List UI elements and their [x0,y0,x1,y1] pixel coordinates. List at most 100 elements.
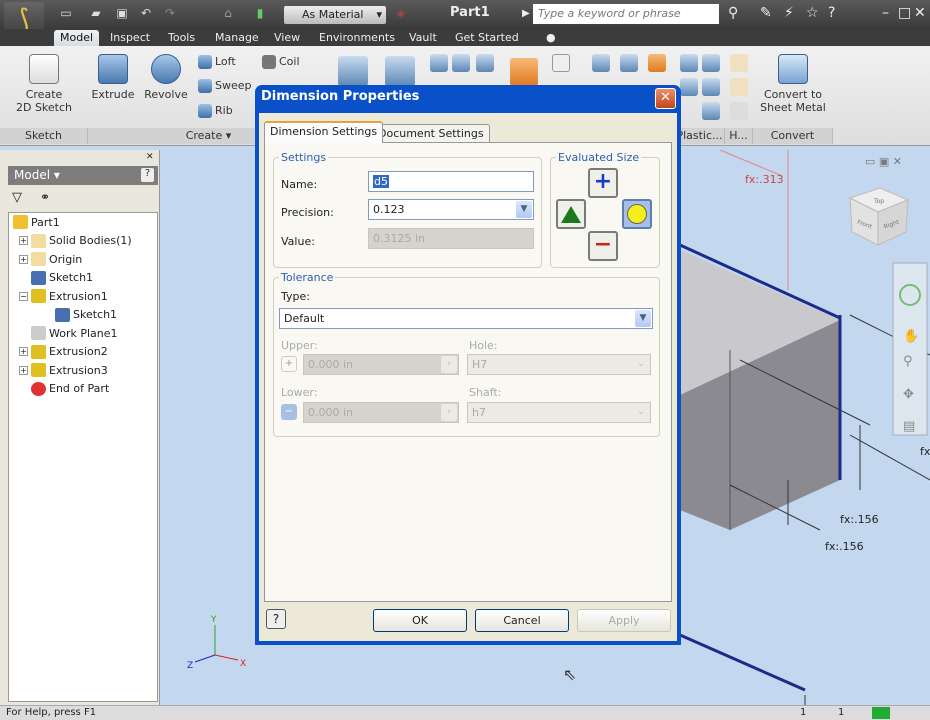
work-plane-icon[interactable] [510,58,538,86]
tree-item[interactable]: Work Plane1 [9,324,157,343]
fillet-icon[interactable] [385,56,415,86]
tree-item[interactable]: + Extrusion2 [9,343,157,362]
rest-icon[interactable] [702,78,720,96]
split-icon[interactable] [476,54,494,72]
expand-toggle[interactable]: + [19,254,28,264]
extrude-button[interactable]: Extrude [90,54,136,101]
find-binoculars-icon[interactable]: ⚭ [40,190,50,204]
wrench-icon[interactable]: ✎ [760,5,772,21]
ok-button[interactable]: OK [373,609,467,632]
tab-model[interactable]: Model [54,30,100,46]
nominal-size-button[interactable] [622,199,652,229]
favorites-icon[interactable]: ☆ [806,5,819,21]
work-axis-icon[interactable] [552,54,570,72]
coil-button[interactable]: Coil [262,55,300,69]
expand-toggle[interactable] [19,328,28,338]
expand-toggle[interactable]: + [19,236,28,246]
expand-toggle[interactable] [19,384,28,394]
name-input[interactable]: d5 [368,171,534,192]
tree-item[interactable]: Sketch1 [9,269,157,288]
help-button[interactable]: ? [266,609,286,629]
lip-icon[interactable] [702,102,720,120]
maximize-icon[interactable]: □ [898,5,911,21]
loft-button[interactable]: Loft [198,55,236,69]
dimension-label[interactable]: fx:.156 [825,540,864,553]
dialog-close-button[interactable]: ✕ [655,88,676,109]
appearance-icon[interactable]: ◈ [393,6,409,20]
tab-vault[interactable]: Vault [403,30,443,46]
precision-dropdown[interactable]: 0.123 ▼ [368,199,534,220]
upper-size-button[interactable]: + [588,168,618,198]
tab-view[interactable]: View [268,30,306,46]
viewcube[interactable]: Top Front Right [848,187,910,246]
pan-icon[interactable]: ✋ [903,328,919,344]
lower-size-button[interactable]: − [588,231,618,261]
route-icon[interactable] [730,78,748,96]
tolerance-type-dropdown[interactable]: Default ▼ [279,308,653,329]
tree-item[interactable]: − Extrusion1 [9,287,157,306]
grill-icon[interactable] [680,54,698,72]
redo-icon[interactable]: ↷ [162,6,178,20]
revolve-button[interactable]: Revolve [143,54,189,101]
look-at-icon[interactable]: ▤ [903,419,915,434]
shell-icon[interactable] [430,54,448,72]
update-icon[interactable]: ▮ [252,6,268,20]
tab-manage[interactable]: Manage [209,30,265,46]
mirror-icon[interactable] [620,54,638,72]
tab-inspect[interactable]: Inspect [104,30,156,46]
browser-header[interactable]: Model ▾? [8,166,158,185]
undo-icon[interactable]: ↶ [138,6,154,20]
new-icon[interactable]: ▭ [58,6,74,20]
binoculars-icon[interactable]: ⚲ [728,5,738,21]
tree-item[interactable]: + Origin [9,250,157,269]
convert-to-sheet-metal-button[interactable]: Convert to Sheet Metal [758,54,828,114]
navigation-bar[interactable] [892,262,928,436]
panel-toggle-icon[interactable]: ● [546,31,556,44]
tab-dimension-settings[interactable]: Dimension Settings [264,121,384,143]
search-expand-icon[interactable]: ▶ [522,8,530,19]
expand-toggle[interactable]: − [19,291,28,301]
close-icon[interactable]: ✕ [914,5,926,21]
pattern-icon[interactable] [592,54,610,72]
close-icon[interactable]: ✕ [146,152,154,162]
zoom-icon[interactable]: ⚲ [903,354,913,369]
save-icon[interactable]: ▣ [114,6,130,20]
create-2d-sketch-button[interactable]: Create 2D Sketch [14,54,74,114]
tab-document-settings[interactable]: Document Settings [372,124,490,143]
open-icon[interactable]: ▰ [88,6,104,20]
dimension-label[interactable]: fx [920,445,930,458]
hole-icon[interactable] [338,56,368,86]
tree-item[interactable]: End of Part [9,380,157,399]
surface-icon[interactable] [648,54,666,72]
tab-get-started[interactable]: Get Started [449,30,525,46]
boss-icon[interactable] [680,78,698,96]
tab-environments[interactable]: Environments [313,30,401,46]
material-dropdown[interactable]: As Material ▾ [284,6,386,24]
help-icon[interactable]: ? [141,168,154,182]
cancel-button[interactable]: Cancel [475,609,569,632]
tree-item[interactable]: + Extrusion3 [9,361,157,380]
draft-icon[interactable] [452,54,470,72]
dimension-label[interactable]: fx:.156 [840,513,879,526]
unroute-icon[interactable] [730,102,748,120]
filter-icon[interactable]: ▽ [12,190,22,205]
viewport-window-controls[interactable]: ▭ ▣ ✕ [865,155,902,168]
lower-size-button-triangle[interactable] [556,199,586,229]
minimize-icon[interactable]: – [882,5,889,21]
rib-button[interactable]: Rib [198,104,233,118]
expand-toggle[interactable] [19,273,28,283]
orbit-icon[interactable]: ✥ [903,387,914,402]
subscription-icon[interactable]: ⚡ [784,5,794,21]
snap-fit-icon[interactable] [702,54,720,72]
tree-item[interactable]: Part1 [9,213,157,232]
expand-toggle[interactable]: + [19,365,28,375]
tab-tools[interactable]: Tools [162,30,201,46]
viewcube-top-label[interactable]: Top [873,198,884,205]
help-search-input[interactable]: Type a keyword or phrase [533,4,719,24]
dimension-label[interactable]: fx:.313 [745,173,784,186]
select-icon[interactable]: ⌂ [220,6,236,20]
tree-item[interactable]: Sketch1 [9,306,157,325]
help-icon[interactable]: ? [828,5,835,21]
tree-item[interactable]: + Solid Bodies(1) [9,232,157,251]
sweep-button[interactable]: Sweep [198,79,252,93]
